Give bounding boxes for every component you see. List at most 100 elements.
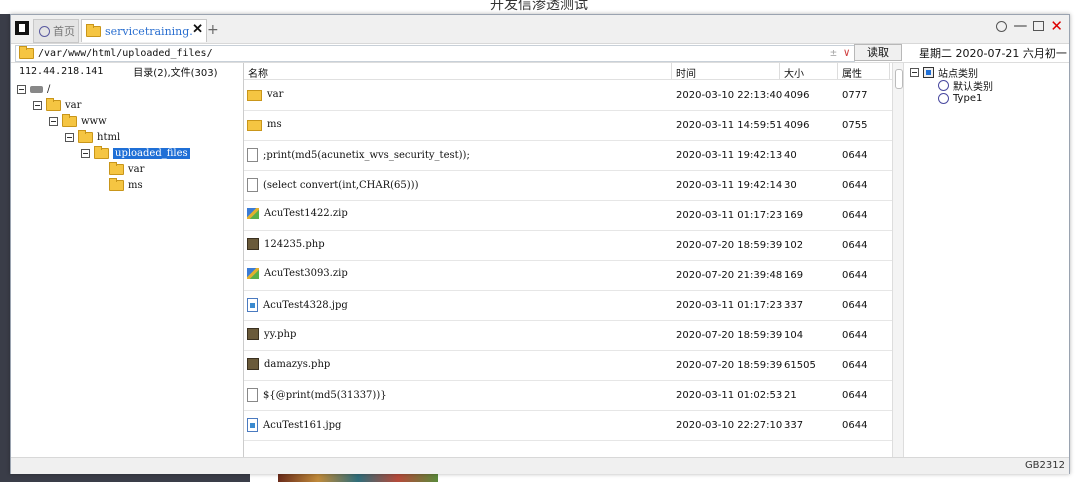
new-tab-button[interactable]: + (207, 22, 219, 38)
image-file-icon (247, 298, 258, 312)
file-size: 4096 (784, 90, 810, 101)
column-time[interactable]: 时间 (676, 65, 696, 80)
address-bar: /var/www/html/uploaded_files/ ± ∨ 读取 星期二… (11, 44, 1069, 63)
tree-node-uploaded-files[interactable]: uploaded_files (81, 146, 190, 160)
path-dropdown-icon[interactable]: ± ∨ (830, 46, 850, 59)
column-separator[interactable] (889, 63, 890, 79)
maximize-button[interactable] (1033, 21, 1045, 31)
file-name: yy.php (264, 328, 297, 340)
tree-node-label-selected: uploaded_files (113, 148, 190, 159)
collapse-icon[interactable] (910, 68, 919, 77)
column-separator[interactable] (671, 63, 672, 79)
table-row[interactable]: ms 2020-03-11 14:59:51 4096 0755 (244, 110, 892, 141)
category-icon (938, 93, 949, 104)
site-tree-default[interactable]: 默认类别 (938, 79, 993, 93)
site-category-pane: 站点类别 默认类别 Type1 (903, 63, 1070, 457)
collapse-icon[interactable] (65, 133, 74, 142)
file-time: 2020-03-10 22:13:40 (676, 90, 783, 101)
file-size: 4096 (784, 120, 810, 131)
file-name: ms (267, 119, 282, 130)
scrollbar-thumb[interactable] (895, 69, 903, 89)
file-name-cell: ;print(md5(acunetix_wvs_security_test)); (247, 148, 470, 162)
collapse-icon[interactable] (33, 101, 42, 110)
folder-icon (109, 162, 124, 175)
tree-node-label: var (65, 100, 82, 111)
file-name: ${@print(md5(31337))} (263, 389, 387, 401)
table-row[interactable]: AcuTest4328.jpg 2020-03-11 01:17:23 337 064… (244, 290, 892, 321)
tab-close-icon[interactable]: ✕ (192, 22, 203, 37)
tree-node-root[interactable]: / (17, 83, 50, 96)
file-attr: 0644 (842, 210, 868, 221)
left-pane-header: 112.44.218.141 目录(2),文件(303) (11, 63, 243, 79)
app-logo-icon (15, 21, 29, 35)
folder-icon (86, 23, 101, 37)
file-name-cell: (select convert(int,CHAR(65))) (247, 178, 418, 192)
column-name[interactable]: 名称 (248, 65, 268, 80)
site-tree-type1[interactable]: Type1 (938, 92, 982, 105)
site-tree-label: 默认类别 (953, 82, 993, 93)
encoding-label[interactable]: GB2312 (1025, 460, 1065, 471)
folder-icon (78, 130, 93, 143)
file-size: 337 (784, 300, 804, 311)
file-size: 61505 (784, 360, 816, 371)
file-size: 104 (784, 330, 804, 341)
tree-node-var[interactable]: var (33, 98, 82, 112)
column-attr[interactable]: 属性 (842, 65, 862, 80)
category-icon (938, 80, 949, 91)
file-name-cell: ${@print(md5(31337))} (247, 388, 387, 402)
table-row[interactable]: AcuTest1422.zip 2020-03-11 01:17:23 169 064… (244, 200, 892, 231)
file-name-cell: 124235.php (247, 238, 325, 250)
table-row[interactable]: ;print(md5(acunetix_wvs_security_test));… (244, 140, 892, 171)
file-list-header: 名称 时间 大小 属性 (244, 63, 892, 80)
file-name-cell: AcuTest161.jpg (247, 418, 341, 432)
collapse-icon[interactable] (17, 85, 26, 94)
table-row[interactable]: var 2020-03-10 22:13:40 4096 0777 (244, 80, 892, 111)
file-size: 169 (784, 210, 804, 221)
table-row[interactable]: AcuTest3093.zip 2020-07-20 21:39:48 169 064… (244, 260, 892, 291)
server-ip: 112.44.218.141 (19, 65, 104, 77)
close-button[interactable]: ✕ (1050, 17, 1063, 35)
minimize-button[interactable]: — (1013, 18, 1027, 34)
tree-node-sub-var[interactable]: var (109, 162, 144, 176)
table-row[interactable]: (select convert(int,CHAR(65))) 2020-03-11… (244, 170, 892, 201)
table-row[interactable]: ${@print(md5(31337))} 2020-03-11 01:02:53… (244, 380, 892, 411)
file-attr: 0644 (842, 330, 868, 341)
tab-home[interactable]: 首页 (33, 19, 79, 43)
tree-node-sub-ms[interactable]: ms (109, 178, 143, 192)
tree-node-www[interactable]: www (49, 114, 107, 128)
file-name-cell: ms (247, 118, 282, 131)
column-separator[interactable] (837, 63, 838, 79)
tree-node-label: / (47, 84, 51, 95)
collapse-icon[interactable] (81, 149, 90, 158)
file-attr: 0644 (842, 420, 868, 431)
file-time: 2020-03-11 14:59:51 (676, 120, 783, 131)
status-bar: GB2312 (11, 457, 1069, 474)
tab-servicetraining[interactable]: servicetraining.q ✕ (81, 19, 207, 42)
collapse-icon[interactable] (49, 117, 58, 126)
restore-circle-icon[interactable] (996, 20, 1008, 32)
file-attr: 0777 (842, 90, 868, 101)
file-size: 30 (784, 180, 797, 191)
file-time: 2020-03-11 19:42:13 (676, 150, 783, 161)
read-button[interactable]: 读取 (854, 44, 902, 61)
item-count: 目录(2),文件(303) (133, 67, 218, 79)
file-attr: 0644 (842, 180, 868, 191)
table-row[interactable]: yy.php 2020-07-20 18:59:39 104 0644 (244, 320, 892, 351)
table-row[interactable]: damazys.php 2020-07-20 18:59:39 61505 0644 (244, 350, 892, 381)
file-size: 169 (784, 270, 804, 281)
file-time: 2020-07-20 21:39:48 (676, 270, 783, 281)
table-row[interactable]: AcuTest161.jpg 2020-03-10 22:27:10 337 0644 (244, 410, 892, 441)
title-bar: 首页 servicetraining.q ✕ + — ✕ (11, 15, 1069, 44)
tree-node-label: html (97, 132, 121, 143)
table-row[interactable]: 124235.php 2020-07-20 18:59:39 102 0644 (244, 230, 892, 261)
tab-servicetraining-label: servicetraining.q (105, 24, 193, 38)
file-name-cell: var (247, 88, 283, 101)
column-size[interactable]: 大小 (784, 65, 804, 80)
file-size: 102 (784, 240, 804, 251)
file-list-scrollbar[interactable] (892, 63, 903, 457)
php-file-icon (247, 328, 259, 340)
column-separator[interactable] (779, 63, 780, 79)
tree-node-html[interactable]: html (65, 130, 121, 144)
file-attr: 0644 (842, 390, 868, 401)
path-input[interactable]: /var/www/html/uploaded_files/ ± ∨ (15, 45, 855, 62)
